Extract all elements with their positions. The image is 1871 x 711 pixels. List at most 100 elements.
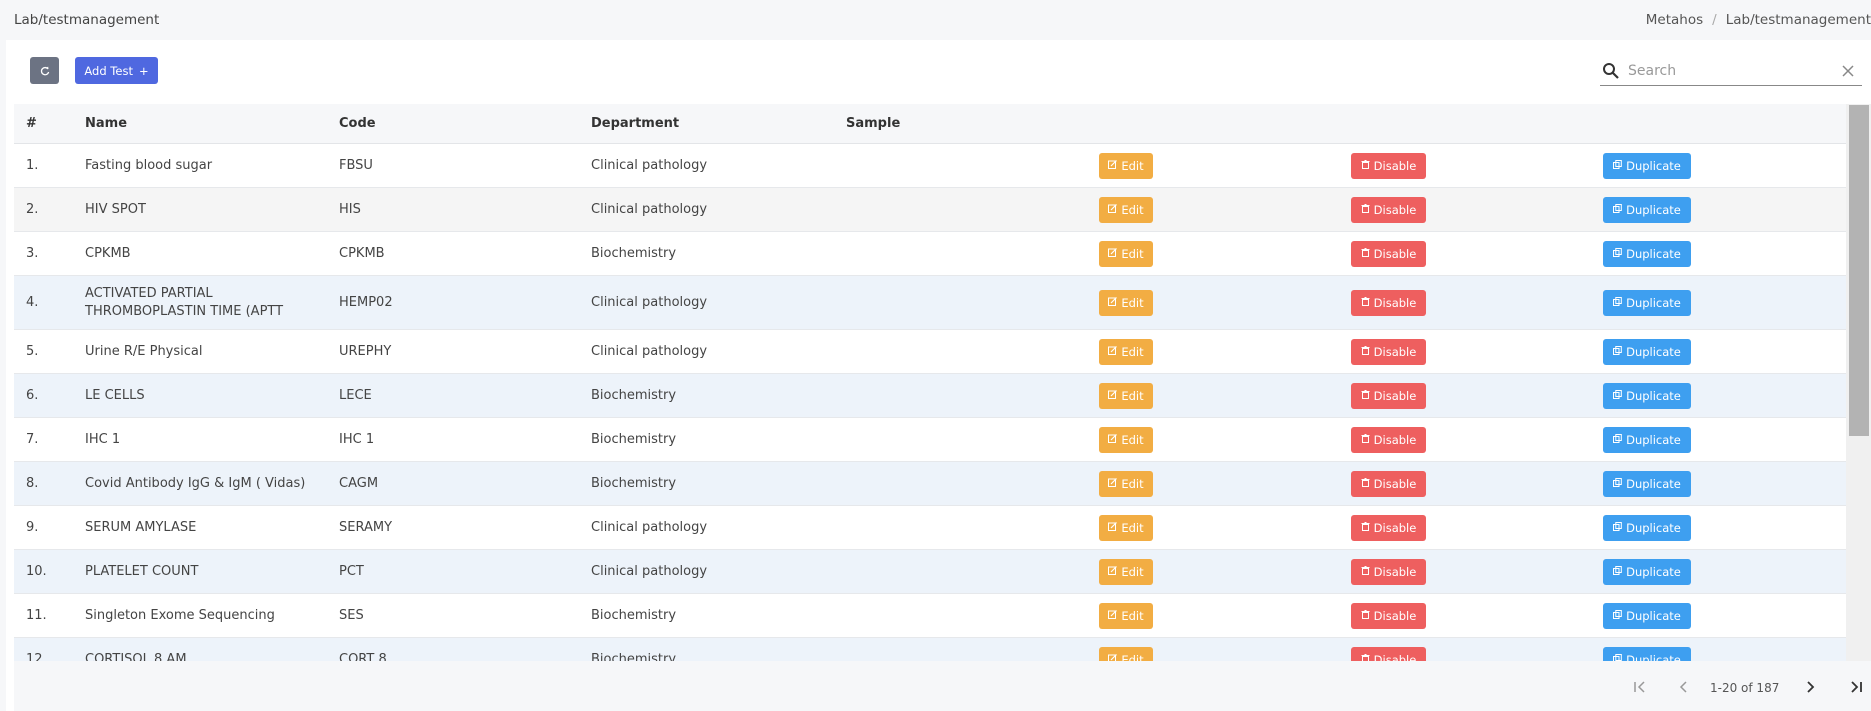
row-number: 5.	[26, 344, 39, 359]
duplicate-button[interactable]: Duplicate	[1603, 603, 1691, 629]
table-row: 8. Covid Antibody IgG & IgM ( Vidas) CAGM B…	[14, 462, 1846, 506]
duplicate-button[interactable]: Duplicate	[1603, 153, 1691, 179]
test-name: SERUM AMYLASE	[85, 520, 197, 535]
last-page-button[interactable]	[1844, 675, 1868, 699]
page-range: 1-20 of 187	[1710, 681, 1780, 695]
duplicate-button[interactable]: Duplicate	[1603, 559, 1691, 585]
first-page-button[interactable]	[1628, 675, 1652, 699]
duplicate-label: Duplicate	[1626, 296, 1681, 310]
edit-button[interactable]: Edit	[1099, 647, 1153, 661]
edit-button[interactable]: Edit	[1099, 603, 1153, 629]
column-header-code: Code	[339, 116, 376, 131]
disable-button[interactable]: Disable	[1351, 383, 1426, 409]
edit-button[interactable]: Edit	[1099, 471, 1153, 497]
edit-button[interactable]: Edit	[1099, 559, 1153, 585]
edit-icon	[1108, 297, 1118, 309]
edit-button[interactable]: Edit	[1099, 153, 1153, 179]
test-department: Biochemistry	[591, 432, 677, 447]
test-code: SES	[339, 608, 364, 623]
breadcrumb-item-home[interactable]: Metahos	[1646, 12, 1703, 28]
duplicate-button[interactable]: Duplicate	[1603, 471, 1691, 497]
edit-icon	[1108, 654, 1118, 661]
test-name: Fasting blood sugar	[85, 158, 213, 173]
test-name: HIV SPOT	[85, 202, 146, 217]
duplicate-button[interactable]: Duplicate	[1603, 647, 1691, 661]
edit-label: Edit	[1121, 159, 1144, 173]
test-department: Biochemistry	[591, 608, 677, 623]
edit-icon	[1108, 346, 1118, 358]
edit-button[interactable]: Edit	[1099, 427, 1153, 453]
row-number: 9.	[26, 520, 39, 535]
edit-icon	[1108, 160, 1118, 172]
copy-icon	[1613, 297, 1622, 309]
disable-label: Disable	[1373, 565, 1417, 579]
edit-icon	[1108, 610, 1118, 622]
disable-button[interactable]: Disable	[1351, 197, 1426, 223]
add-test-label: Add Test	[84, 63, 133, 78]
edit-icon	[1108, 566, 1118, 578]
disable-button[interactable]: Disable	[1351, 515, 1426, 541]
test-department: Biochemistry	[591, 388, 677, 403]
edit-button[interactable]: Edit	[1099, 241, 1153, 267]
disable-button[interactable]: Disable	[1351, 290, 1426, 316]
disable-button[interactable]: Disable	[1351, 427, 1426, 453]
disable-button[interactable]: Disable	[1351, 647, 1426, 661]
duplicate-button[interactable]: Duplicate	[1603, 383, 1691, 409]
duplicate-label: Duplicate	[1626, 433, 1681, 447]
trash-icon	[1361, 297, 1370, 309]
duplicate-button[interactable]: Duplicate	[1603, 515, 1691, 541]
test-name: CPKMB	[85, 246, 131, 261]
trash-icon	[1361, 522, 1370, 534]
duplicate-button[interactable]: Duplicate	[1603, 241, 1691, 267]
next-page-button[interactable]	[1798, 675, 1822, 699]
add-test-button[interactable]: Add Test +	[75, 57, 158, 84]
previous-page-button[interactable]	[1672, 675, 1696, 699]
edit-button[interactable]: Edit	[1099, 339, 1153, 365]
duplicate-button[interactable]: Duplicate	[1603, 197, 1691, 223]
row-number: 2.	[26, 202, 39, 217]
disable-label: Disable	[1373, 296, 1417, 310]
edit-button[interactable]: Edit	[1099, 290, 1153, 316]
test-department: Biochemistry	[591, 652, 677, 661]
duplicate-button[interactable]: Duplicate	[1603, 339, 1691, 365]
edit-button[interactable]: Edit	[1099, 515, 1153, 541]
disable-button[interactable]: Disable	[1351, 471, 1426, 497]
copy-icon	[1613, 610, 1622, 622]
duplicate-label: Duplicate	[1626, 477, 1681, 491]
disable-button[interactable]: Disable	[1351, 339, 1426, 365]
breadcrumb: Metahos / Lab/testmanagement	[1646, 12, 1871, 28]
test-code: CORT 8	[339, 652, 387, 661]
edit-button[interactable]: Edit	[1099, 197, 1153, 223]
refresh-button[interactable]	[30, 57, 59, 84]
duplicate-label: Duplicate	[1626, 247, 1681, 261]
trash-icon	[1361, 248, 1370, 260]
search-input[interactable]	[1628, 60, 1828, 82]
scrollbar-thumb[interactable]	[1849, 105, 1869, 436]
test-department: Biochemistry	[591, 476, 677, 491]
disable-label: Disable	[1373, 247, 1417, 261]
table-scrollbar[interactable]	[1846, 104, 1871, 661]
close-icon[interactable]	[1840, 63, 1856, 79]
disable-button[interactable]: Disable	[1351, 559, 1426, 585]
disable-button[interactable]: Disable	[1351, 153, 1426, 179]
test-department: Biochemistry	[591, 246, 677, 261]
table-row: 5. Urine R/E Physical UREPHY Clinical patho…	[14, 330, 1846, 374]
trash-icon	[1361, 654, 1370, 661]
disable-label: Disable	[1373, 433, 1417, 447]
row-number: 12.	[26, 652, 47, 661]
duplicate-label: Duplicate	[1626, 345, 1681, 359]
disable-button[interactable]: Disable	[1351, 241, 1426, 267]
duplicate-button[interactable]: Duplicate	[1603, 427, 1691, 453]
test-department: Clinical pathology	[591, 520, 708, 535]
test-name: CORTISOL 8 AM	[85, 652, 187, 661]
edit-label: Edit	[1121, 433, 1144, 447]
trash-icon	[1361, 434, 1370, 446]
edit-button[interactable]: Edit	[1099, 383, 1153, 409]
last-page-icon	[1851, 681, 1862, 693]
copy-icon	[1613, 434, 1622, 446]
copy-icon	[1613, 654, 1622, 661]
plus-icon: +	[138, 63, 149, 78]
disable-button[interactable]: Disable	[1351, 603, 1426, 629]
disable-label: Disable	[1373, 653, 1417, 661]
duplicate-button[interactable]: Duplicate	[1603, 290, 1691, 316]
